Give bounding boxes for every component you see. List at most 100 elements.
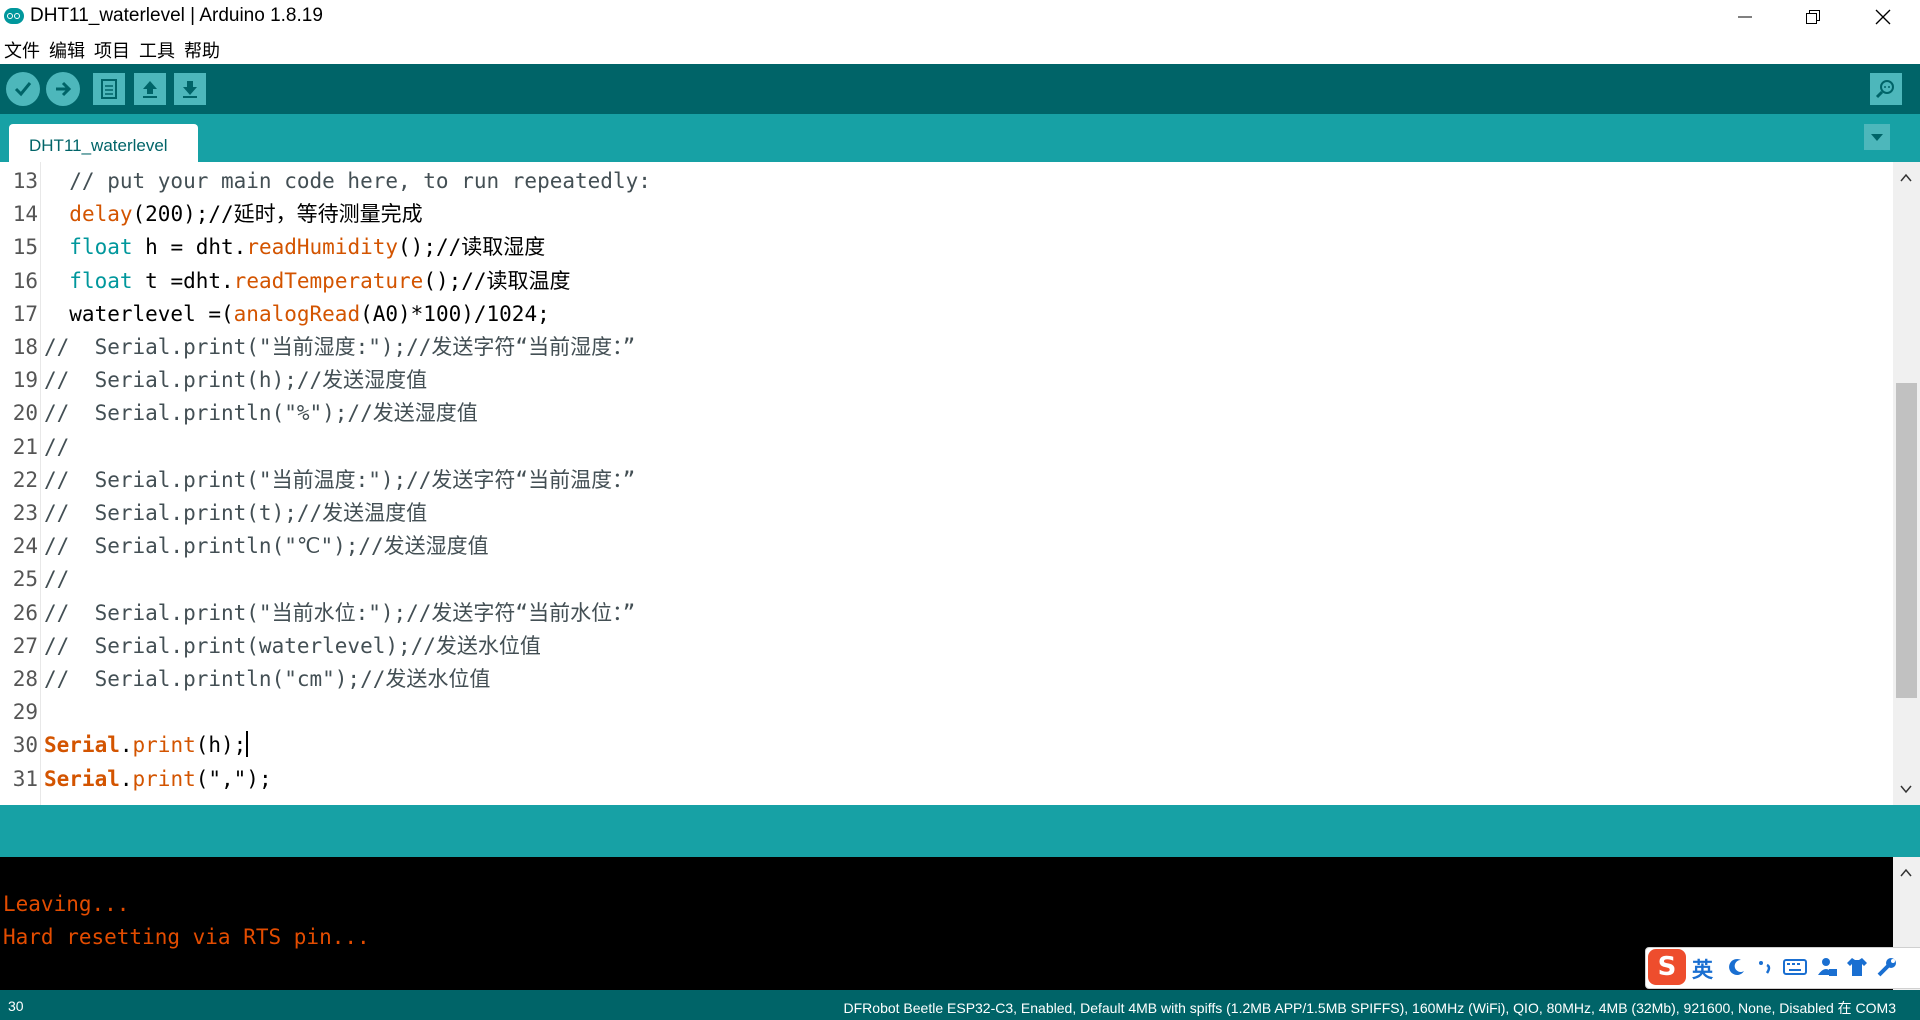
save-button[interactable] xyxy=(174,73,206,105)
serial-monitor-button[interactable] xyxy=(1870,73,1902,105)
tab-menu-button[interactable] xyxy=(1864,124,1890,150)
line-number-label: 19 xyxy=(12,368,38,393)
arduino-logo-icon xyxy=(4,8,24,24)
line-number-label: 24 xyxy=(12,534,38,559)
open-icon xyxy=(143,81,157,98)
code-text: // Serial.print(t);//发送温度值 xyxy=(44,501,428,525)
line-number-label: 23 xyxy=(12,501,38,525)
line-number-label: 25 xyxy=(12,567,38,592)
verify-button[interactable] xyxy=(6,72,40,106)
tab-strip: DHT11_waterlevel xyxy=(0,114,1920,162)
title-bar: DHT11_waterlevel | Arduino 1.8.19 xyxy=(0,0,1920,34)
line-number-label: 14 xyxy=(12,202,38,227)
code-line[interactable]: 29 xyxy=(0,696,1893,729)
code-line[interactable]: 15 float h = dht.readHumidity();//读取湿度 xyxy=(0,231,1893,264)
new-icon xyxy=(101,79,117,99)
line-number-label: 17 xyxy=(12,301,38,326)
tab-sketch[interactable]: DHT11_waterlevel xyxy=(9,124,198,162)
code-line[interactable]: 18// Serial.print("当前湿度:");//发送字符“当前湿度：” xyxy=(0,331,1893,364)
chevron-down-icon xyxy=(1871,134,1883,141)
upload-icon xyxy=(56,81,72,97)
code-line[interactable]: 23// Serial.print(t);//发送温度值 xyxy=(0,497,1893,530)
window-title: DHT11_waterlevel | Arduino 1.8.19 xyxy=(30,5,323,26)
upload-button[interactable] xyxy=(46,72,80,106)
code-line[interactable]: 24// Serial.println("℃");//发送湿度值 xyxy=(0,530,1893,563)
code-line[interactable]: 31 Serial.print(","); xyxy=(0,763,1893,796)
code-text: // xyxy=(44,567,70,592)
code-line[interactable]: 21// xyxy=(0,431,1893,464)
restore-button[interactable] xyxy=(1780,0,1846,34)
code-text: // put your main code here, to run repea… xyxy=(44,169,651,193)
line-number-label: 15 xyxy=(12,235,38,260)
text-cursor xyxy=(246,731,249,758)
code-text: float t =dht.readTemperature();//读取温度 xyxy=(69,268,571,293)
menu-edit[interactable]: 编辑 xyxy=(49,37,85,63)
line-number-label: 18 xyxy=(12,335,38,359)
new-button[interactable] xyxy=(93,73,125,105)
code-text: // Serial.println("℃");//发送湿度值 xyxy=(44,534,489,559)
sogou-logo-icon[interactable]: S xyxy=(1648,949,1686,985)
code-text: // xyxy=(44,434,70,459)
code-editor[interactable]: 13 // put your main code here, to run re… xyxy=(0,162,1893,805)
console-header xyxy=(0,805,1920,857)
scroll-up-icon[interactable] xyxy=(1893,168,1920,188)
code-line[interactable]: 20// Serial.println("%");//发送湿度值 xyxy=(0,397,1893,430)
code-line[interactable]: 13 // put your main code here, to run re… xyxy=(0,165,1893,198)
code-line[interactable]: 25// xyxy=(0,563,1893,596)
ime-language[interactable]: 英 xyxy=(1692,954,1713,984)
punctuation-icon[interactable] xyxy=(1752,954,1778,980)
open-button[interactable] xyxy=(134,73,166,105)
line-number-label: 27 xyxy=(12,633,38,658)
code-line[interactable]: 27// Serial.print(waterlevel);//发送水位值 xyxy=(0,630,1893,663)
code-text: // Serial.println("cm");//发送水位值 xyxy=(44,667,491,691)
minimize-button[interactable] xyxy=(1712,0,1778,34)
console-output: Leaving... Hard resetting via RTS pin... xyxy=(0,857,1893,990)
code-text: delay(200);//延时，等待测量完成 xyxy=(69,202,423,227)
menu-bar: 文件 编辑 项目 工具 帮助 xyxy=(0,34,1920,65)
tab-label: DHT11_waterlevel xyxy=(29,136,168,155)
code-line[interactable]: 16 float t =dht.readTemperature();//读取温度 xyxy=(0,265,1893,298)
code-text: // Serial.print("当前水位:");//发送字符“当前水位：” xyxy=(44,600,636,625)
code-line[interactable]: 17 waterlevel =(analogRead(A0)*100)/1024… xyxy=(0,298,1893,331)
status-bar: 30 DFRobot Beetle ESP32-C3, Enabled, Def… xyxy=(0,990,1920,1020)
shirt-icon[interactable] xyxy=(1844,954,1870,980)
line-number-label: 20 xyxy=(12,401,38,426)
wrench-icon[interactable] xyxy=(1874,954,1900,980)
minimize-icon xyxy=(1738,16,1752,18)
menu-help[interactable]: 帮助 xyxy=(184,37,220,63)
line-number-label: 28 xyxy=(12,667,38,691)
scroll-down-icon[interactable] xyxy=(1893,779,1920,799)
code-text: float h = dht.readHumidity();//读取湿度 xyxy=(69,235,546,260)
toolbar xyxy=(0,64,1920,114)
save-icon xyxy=(183,81,197,98)
menu-file[interactable]: 文件 xyxy=(4,37,40,63)
restore-icon xyxy=(1806,10,1820,24)
code-line[interactable]: 30 Serial.print(h); xyxy=(0,729,1893,762)
code-line[interactable]: 14 delay(200);//延时，等待测量完成 xyxy=(0,198,1893,231)
scroll-up-icon[interactable] xyxy=(1893,863,1920,883)
code-text: Serial.print(h); xyxy=(44,731,249,758)
console-line: Leaving... xyxy=(3,892,130,916)
ime-toolbar: S 英 xyxy=(1645,947,1920,989)
editor-scroll-thumb[interactable] xyxy=(1896,383,1917,698)
line-number-label: 13 xyxy=(12,169,38,193)
menu-sketch[interactable]: 项目 xyxy=(94,37,130,63)
code-line[interactable]: 22// Serial.print("当前温度:");//发送字符“当前温度：” xyxy=(0,464,1893,497)
line-number-label: 31 xyxy=(12,766,38,791)
close-button[interactable] xyxy=(1850,0,1916,34)
moon-icon[interactable] xyxy=(1724,954,1750,980)
close-icon xyxy=(1875,9,1891,25)
code-line[interactable]: 28// Serial.println("cm");//发送水位值 xyxy=(0,663,1893,696)
line-number-label: 26 xyxy=(12,600,38,625)
line-number-label: 16 xyxy=(12,268,38,293)
line-number-label: 21 xyxy=(12,434,38,459)
verify-icon xyxy=(14,82,32,97)
code-line[interactable]: 26// Serial.print("当前水位:");//发送字符“当前水位：” xyxy=(0,597,1893,630)
user-icon[interactable] xyxy=(1814,954,1840,980)
code-text: // Serial.print("当前湿度:");//发送字符“当前湿度：” xyxy=(44,335,636,359)
keyboard-icon[interactable] xyxy=(1782,954,1808,980)
code-text: Serial.print(","); xyxy=(44,766,272,791)
console-line: Hard resetting via RTS pin... xyxy=(3,925,370,949)
menu-tools[interactable]: 工具 xyxy=(139,37,175,63)
code-line[interactable]: 19// Serial.print(h);//发送湿度值 xyxy=(0,364,1893,397)
